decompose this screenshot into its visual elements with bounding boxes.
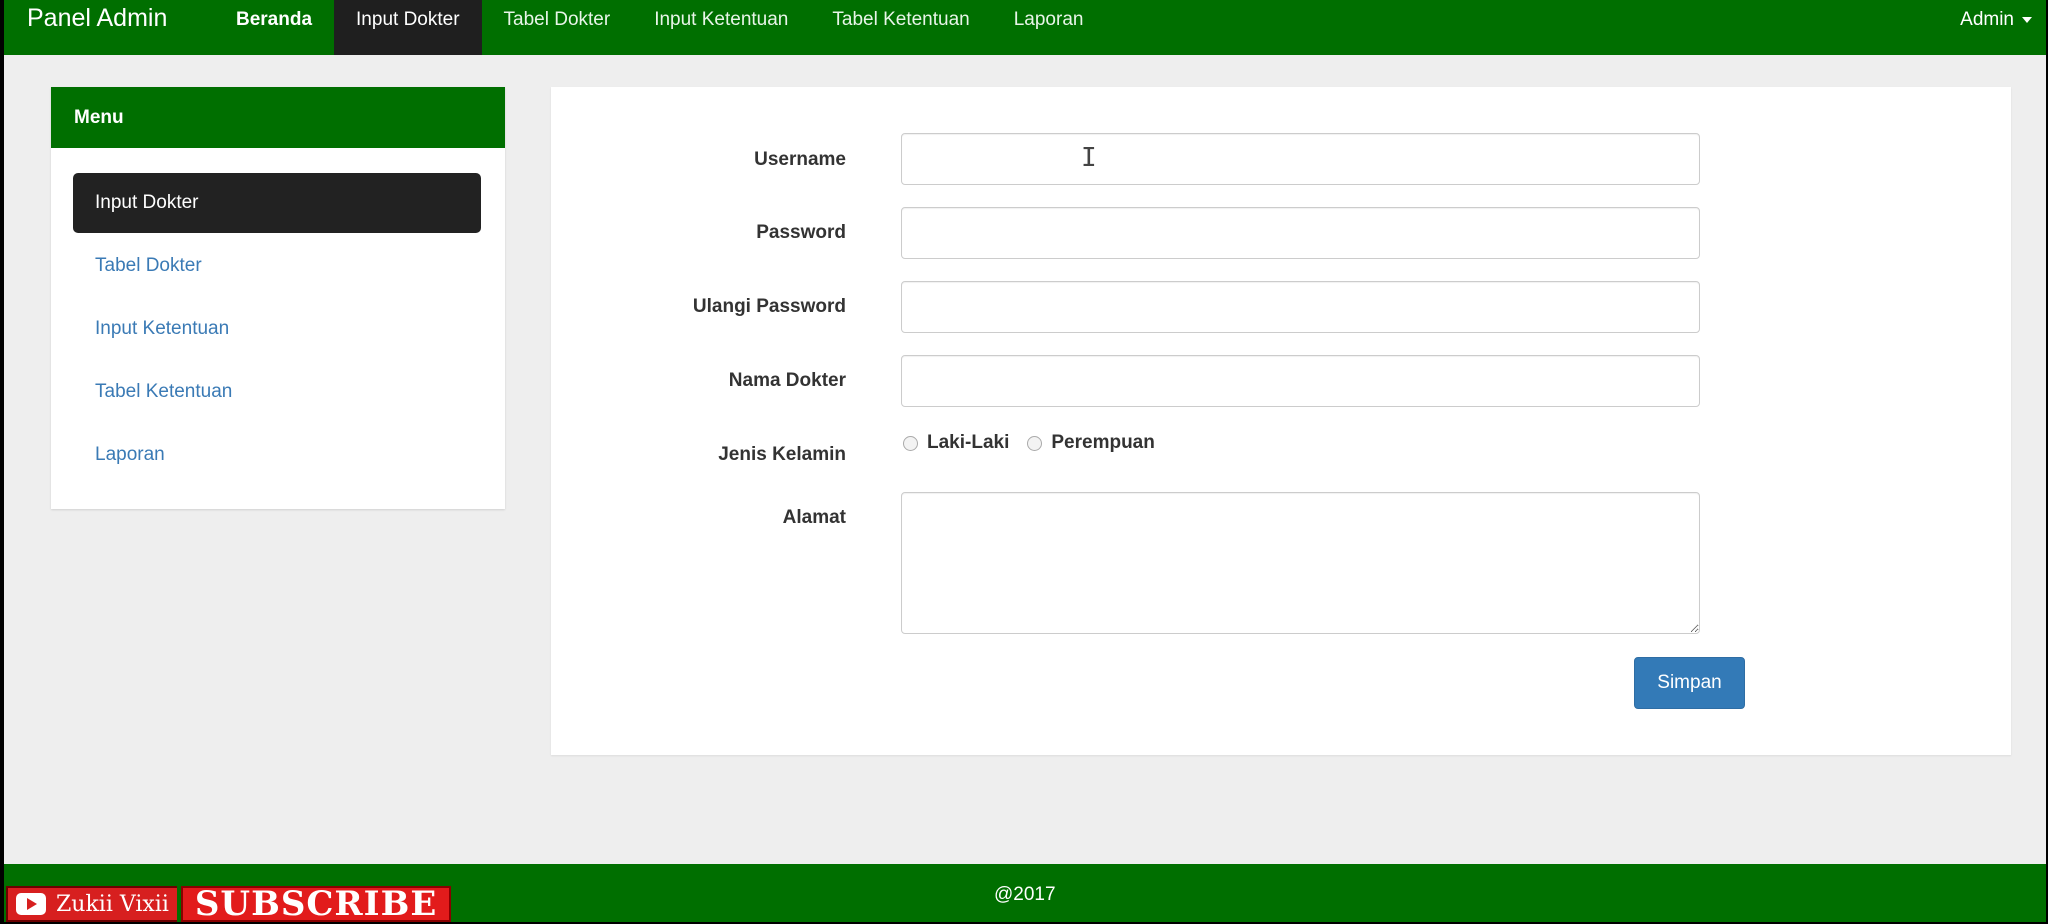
brand-link[interactable]: Panel Admin xyxy=(27,0,167,37)
save-button[interactable]: Simpan xyxy=(1634,657,1745,709)
channel-name: Zukii Vixii xyxy=(56,891,169,917)
text-cursor-icon: I xyxy=(1081,143,1097,173)
repeat-password-input[interactable] xyxy=(901,281,1700,333)
username-label: Username xyxy=(754,149,846,170)
repeat-password-label: Ulangi Password xyxy=(692,296,846,317)
gender-option-perempuan[interactable]: Perempuan xyxy=(1027,432,1155,454)
nav-item-laporan[interactable]: Laporan xyxy=(992,0,1106,55)
top-nav: Beranda Input Dokter Tabel Dokter Input … xyxy=(214,0,1105,55)
gender-option-label: Laki-Laki xyxy=(927,432,1010,453)
gender-option-label: Perempuan xyxy=(1051,432,1155,453)
subscribe-button[interactable]: SUBSCRIBE xyxy=(180,884,452,924)
youtube-play-icon xyxy=(16,893,46,915)
doctor-name-input[interactable] xyxy=(901,355,1700,407)
username-input[interactable] xyxy=(901,133,1700,185)
password-label: Password xyxy=(756,222,846,243)
doctor-form-panel: Username I Password Ulangi Password Nama… xyxy=(551,87,2011,755)
address-label: Alamat xyxy=(782,507,846,528)
sidebar-item-tabel-ketentuan[interactable]: Tabel Ketentuan xyxy=(73,362,481,422)
gender-radio-group: Laki-Laki Perempuan xyxy=(903,432,1173,454)
gender-label: Jenis Kelamin xyxy=(718,444,846,465)
password-input[interactable] xyxy=(901,207,1700,259)
doctor-name-label: Nama Dokter xyxy=(728,370,846,391)
caret-down-icon xyxy=(2022,16,2032,23)
nav-item-tabel-dokter[interactable]: Tabel Dokter xyxy=(482,0,633,55)
user-menu-label: Admin xyxy=(1960,9,2014,30)
channel-badge: Zukii Vixii xyxy=(6,886,177,922)
nav-item-beranda[interactable]: Beranda xyxy=(214,0,334,55)
nav-item-tabel-ketentuan[interactable]: Tabel Ketentuan xyxy=(810,0,991,55)
sidebar-title: Menu xyxy=(51,87,505,148)
top-navbar: Panel Admin Beranda Input Dokter Tabel D… xyxy=(4,0,2046,55)
sidebar-item-laporan[interactable]: Laporan xyxy=(73,425,481,485)
app-frame: Panel Admin Beranda Input Dokter Tabel D… xyxy=(4,0,2046,922)
address-textarea[interactable] xyxy=(901,492,1700,634)
nav-item-input-dokter[interactable]: Input Dokter xyxy=(334,0,482,55)
sidebar-panel: Menu Input Dokter Tabel Dokter Input Ket… xyxy=(51,87,505,509)
subscribe-overlay: Zukii Vixii SUBSCRIBE xyxy=(6,884,452,924)
radio-laki-laki[interactable] xyxy=(903,435,918,451)
footer-copyright: @2017 xyxy=(994,884,1056,905)
sidebar-item-input-ketentuan[interactable]: Input Ketentuan xyxy=(73,299,481,359)
gender-option-laki-laki[interactable]: Laki-Laki xyxy=(903,432,1009,454)
sidebar-item-input-dokter[interactable]: Input Dokter xyxy=(73,173,481,233)
sidebar-menu: Input Dokter Tabel Dokter Input Ketentua… xyxy=(51,173,505,488)
sidebar-item-tabel-dokter[interactable]: Tabel Dokter xyxy=(73,236,481,296)
nav-item-input-ketentuan[interactable]: Input Ketentuan xyxy=(632,0,810,55)
user-menu-dropdown[interactable]: Admin xyxy=(1960,9,2032,31)
radio-perempuan[interactable] xyxy=(1027,435,1043,451)
